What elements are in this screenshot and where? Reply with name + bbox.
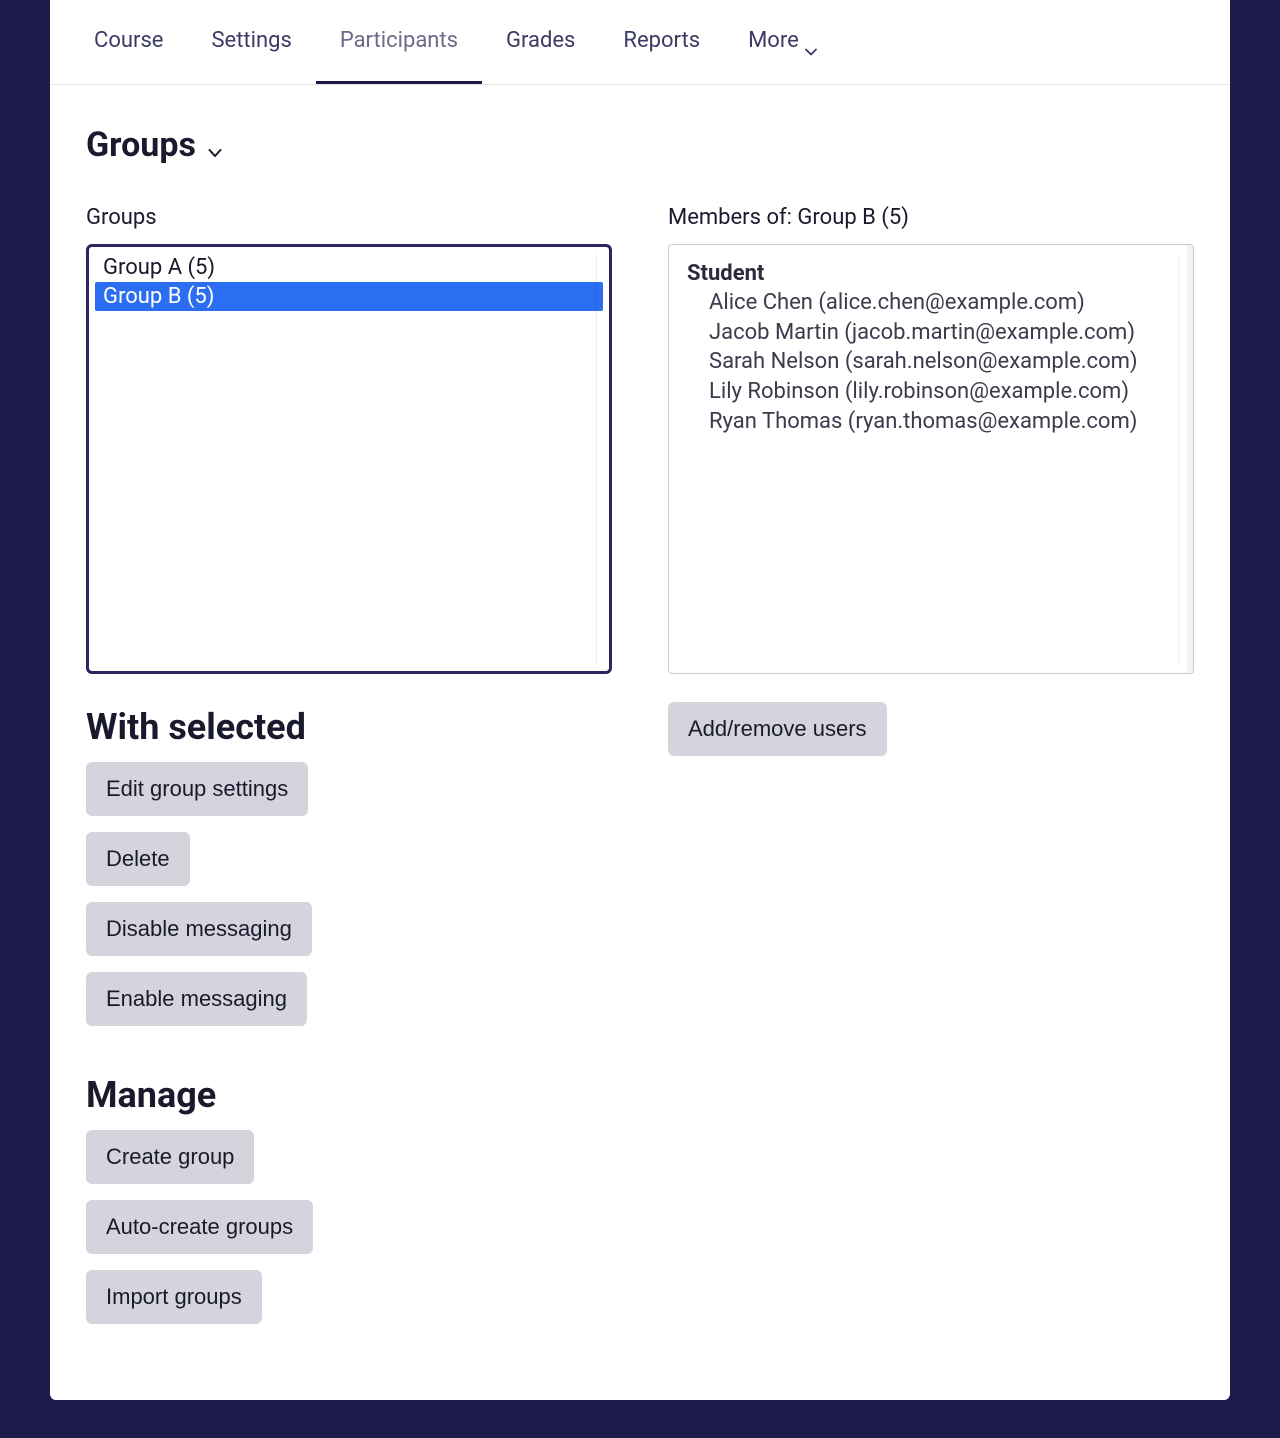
tab-more[interactable]: More <box>724 0 841 84</box>
tab-reports[interactable]: Reports <box>599 0 724 84</box>
auto-create-groups-button[interactable]: Auto-create groups <box>86 1200 313 1254</box>
group-option[interactable]: Group A (5) <box>95 253 603 282</box>
member-option[interactable]: Ryan Thomas (ryan.thomas@example.com) <box>687 407 1175 437</box>
members-listbox[interactable]: Student Alice Chen (alice.chen@example.c… <box>668 244 1194 674</box>
manage-heading: Manage <box>86 1074 612 1116</box>
add-remove-users-button[interactable]: Add/remove users <box>668 702 887 756</box>
member-option[interactable]: Jacob Martin (jacob.martin@example.com) <box>687 318 1175 348</box>
course-nav-tabs: Course Settings Participants Grades Repo… <box>50 0 1230 85</box>
member-option[interactable]: Alice Chen (alice.chen@example.com) <box>687 288 1175 318</box>
tab-grades[interactable]: Grades <box>482 0 599 84</box>
tab-participants[interactable]: Participants <box>316 0 482 84</box>
groups-listbox-label: Groups <box>86 205 612 230</box>
content-card: Course Settings Participants Grades Repo… <box>50 0 1230 1400</box>
delete-group-button[interactable]: Delete <box>86 832 190 886</box>
create-group-button[interactable]: Create group <box>86 1130 254 1184</box>
tab-more-label: More <box>748 28 799 53</box>
group-option[interactable]: Group B (5) <box>95 282 603 311</box>
with-selected-heading: With selected <box>86 706 612 748</box>
scrollbar-track <box>596 254 597 664</box>
tab-settings[interactable]: Settings <box>187 0 315 84</box>
enable-messaging-button[interactable]: Enable messaging <box>86 972 307 1026</box>
edit-group-settings-button[interactable]: Edit group settings <box>86 762 308 816</box>
import-groups-button[interactable]: Import groups <box>86 1270 262 1324</box>
members-listbox-label: Members of: Group B (5) <box>668 205 1194 230</box>
groups-column: Groups Group A (5) Group B (5) With sele… <box>86 205 612 1340</box>
member-option[interactable]: Sarah Nelson (sarah.nelson@example.com) <box>687 347 1175 377</box>
scrollbar-track <box>1178 253 1179 665</box>
disable-messaging-button[interactable]: Disable messaging <box>86 902 312 956</box>
chevron-down-icon <box>805 37 817 45</box>
members-role-heading: Student <box>687 261 1175 286</box>
page-title: Groups <box>86 125 196 165</box>
member-option[interactable]: Lily Robinson (lily.robinson@example.com… <box>687 377 1175 407</box>
tab-course[interactable]: Course <box>70 0 187 84</box>
members-column: Members of: Group B (5) Student Alice Ch… <box>668 205 1194 1340</box>
groups-columns: Groups Group A (5) Group B (5) With sele… <box>86 205 1194 1340</box>
chevron-down-icon <box>208 143 222 153</box>
groups-listbox[interactable]: Group A (5) Group B (5) <box>86 244 612 674</box>
main-area: Groups Groups Group A (5) Group B (5) Wi… <box>50 85 1230 1340</box>
page-title-dropdown[interactable]: Groups <box>86 125 1194 165</box>
